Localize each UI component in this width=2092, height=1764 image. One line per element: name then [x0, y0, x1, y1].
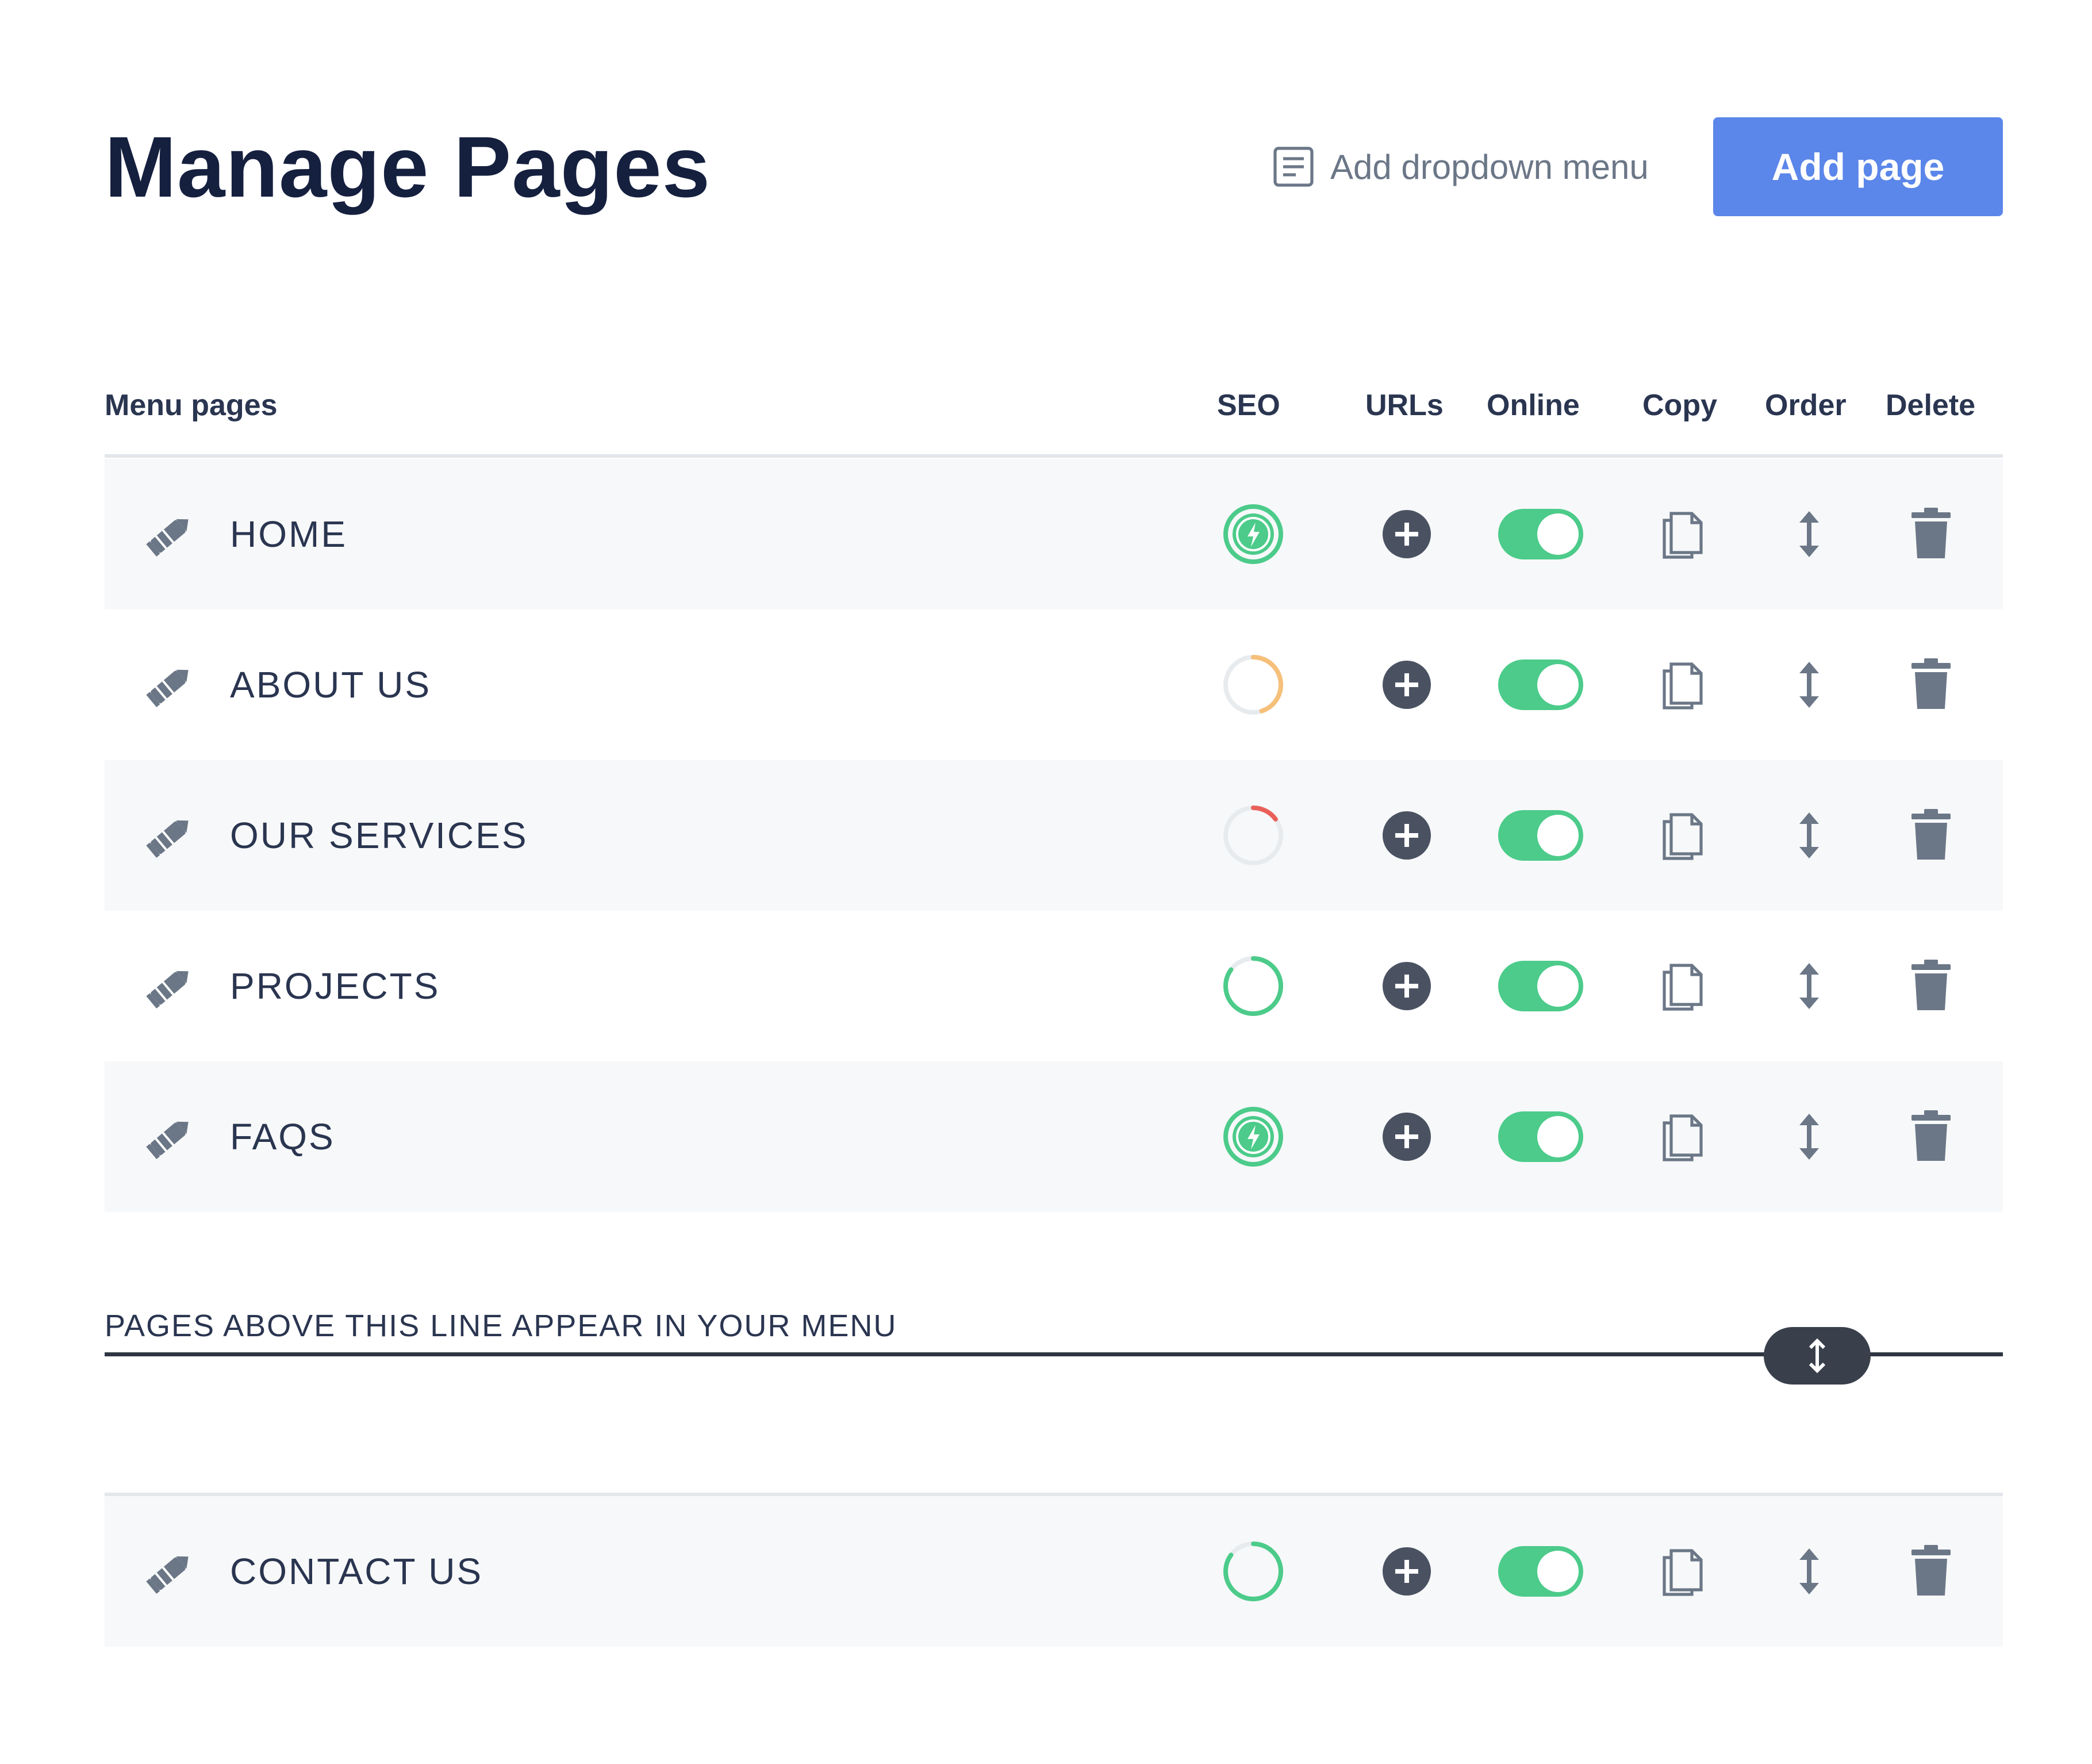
toggle-track: [1498, 509, 1583, 559]
page-row: FAQS: [105, 1061, 2003, 1212]
copy-icon[interactable]: [1660, 1544, 1708, 1599]
toggle-track: [1498, 961, 1583, 1011]
trash-icon[interactable]: [1909, 1544, 1953, 1599]
page-row: OUR SERVICES: [105, 760, 2003, 911]
plus-circle-icon[interactable]: [1380, 508, 1433, 561]
toggle-knob: [1537, 965, 1579, 1007]
col-header-urls: URLs: [1365, 389, 1444, 422]
toggle-knob: [1537, 1116, 1579, 1157]
vertical-arrows-icon[interactable]: [1795, 809, 1824, 862]
menu-divider-line: [105, 1352, 2003, 1356]
copy-icon[interactable]: [1660, 1109, 1708, 1164]
trash-icon[interactable]: [1909, 958, 1953, 1014]
toggle-track: [1498, 659, 1583, 710]
header-divider: [105, 454, 2003, 458]
seo-status-icon[interactable]: [1221, 803, 1285, 868]
trash-icon[interactable]: [1909, 507, 1953, 562]
col-header-menu-pages: Menu pages: [105, 389, 278, 422]
online-toggle[interactable]: [1498, 1111, 1583, 1162]
add-page-button[interactable]: Add page: [1713, 117, 2003, 216]
pencil-icon[interactable]: [144, 1110, 197, 1163]
online-toggle[interactable]: [1498, 1546, 1583, 1597]
plus-circle-icon[interactable]: [1380, 658, 1433, 711]
page-row: PROJECTS: [105, 911, 2003, 1061]
seo-status-icon[interactable]: [1221, 954, 1285, 1018]
plus-circle-icon[interactable]: [1380, 1110, 1433, 1163]
add-dropdown-menu-label: Add dropdown menu: [1330, 147, 1649, 186]
seo-status-icon[interactable]: [1221, 502, 1285, 566]
vertical-arrows-icon[interactable]: [1795, 1545, 1824, 1598]
page-name[interactable]: ABOUT US: [230, 664, 431, 706]
col-header-delete: Delete: [1886, 389, 1976, 422]
column-headers: Menu pages SEO URLs Online Copy Order De…: [105, 379, 2003, 431]
online-toggle[interactable]: [1498, 810, 1583, 861]
copy-icon[interactable]: [1660, 958, 1708, 1014]
seo-status-icon[interactable]: [1221, 653, 1285, 717]
pencil-icon[interactable]: [144, 508, 197, 561]
online-toggle[interactable]: [1498, 509, 1583, 559]
pencil-icon[interactable]: [144, 1545, 197, 1598]
toggle-knob: [1537, 513, 1579, 555]
page-name[interactable]: PROJECTS: [230, 965, 440, 1007]
vertical-arrows-icon[interactable]: [1795, 658, 1824, 711]
col-header-order: Order: [1765, 389, 1847, 422]
page-title: Manage Pages: [105, 118, 711, 215]
add-dropdown-menu-button[interactable]: Add dropdown menu: [1270, 138, 1649, 195]
trash-icon[interactable]: [1909, 1109, 1953, 1164]
page-row: ABOUT US: [105, 609, 2003, 760]
seo-status-icon[interactable]: [1221, 1105, 1285, 1169]
copy-icon[interactable]: [1660, 657, 1708, 712]
online-toggle[interactable]: [1498, 659, 1583, 710]
seo-status-icon[interactable]: [1221, 1539, 1285, 1604]
plus-circle-icon[interactable]: [1380, 809, 1433, 862]
vertical-arrows-icon: [1809, 1338, 1826, 1374]
pencil-icon[interactable]: [144, 809, 197, 862]
col-header-copy: Copy: [1642, 389, 1717, 422]
page-name[interactable]: HOME: [230, 513, 347, 555]
toggle-track: [1498, 810, 1583, 861]
vertical-arrows-icon[interactable]: [1795, 508, 1824, 561]
trash-icon[interactable]: [1909, 657, 1953, 712]
page-row: HOME: [105, 459, 2003, 609]
trash-icon[interactable]: [1909, 808, 1953, 863]
copy-icon[interactable]: [1660, 507, 1708, 562]
page-name[interactable]: FAQS: [230, 1115, 335, 1158]
plus-circle-icon[interactable]: [1380, 960, 1433, 1013]
menu-divider-drag-handle[interactable]: [1764, 1327, 1871, 1385]
page-name[interactable]: OUR SERVICES: [230, 814, 528, 857]
menu-divider-label: PAGES ABOVE THIS LINE APPEAR IN YOUR MEN…: [105, 1309, 897, 1343]
toggle-knob: [1537, 815, 1579, 856]
page-row: CONTACT US: [105, 1496, 2003, 1647]
plus-circle-icon[interactable]: [1380, 1545, 1433, 1598]
vertical-arrows-icon[interactable]: [1795, 1110, 1824, 1163]
pencil-icon[interactable]: [144, 960, 197, 1013]
list-icon: [1273, 147, 1314, 187]
col-header-seo: SEO: [1217, 389, 1280, 422]
copy-icon[interactable]: [1660, 808, 1708, 863]
online-toggle[interactable]: [1498, 961, 1583, 1011]
toggle-track: [1498, 1546, 1583, 1597]
page-name[interactable]: CONTACT US: [230, 1550, 483, 1593]
toggle-track: [1498, 1111, 1583, 1162]
col-header-online: Online: [1487, 389, 1580, 422]
pencil-icon[interactable]: [144, 658, 197, 711]
toggle-knob: [1537, 664, 1579, 705]
toggle-knob: [1537, 1551, 1579, 1592]
vertical-arrows-icon[interactable]: [1795, 960, 1824, 1013]
